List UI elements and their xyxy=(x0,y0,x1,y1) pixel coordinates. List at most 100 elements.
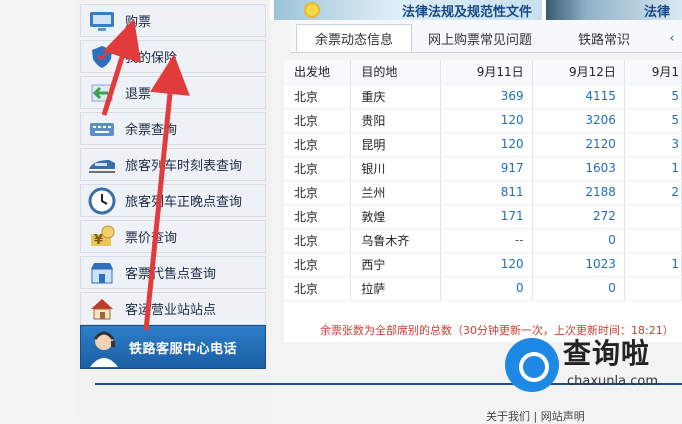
table-header-row: 出发地 目的地 9月11日 9月12日 9月1 xyxy=(284,60,682,85)
table-cell[interactable]: -- xyxy=(440,228,533,253)
table-cell[interactable]: 3206 xyxy=(532,108,625,133)
computer-ticket-icon xyxy=(85,6,119,36)
table-cell: 拉萨 xyxy=(350,276,441,301)
table-cell[interactable]: 3 xyxy=(624,132,682,157)
table-cell: 北京 xyxy=(284,204,352,229)
table-row: 北京 敦煌 171 272 xyxy=(284,204,682,229)
yen-icon: ¥ xyxy=(85,222,119,252)
table-cell: 北京 xyxy=(284,156,352,181)
table-cell: 昆明 xyxy=(350,132,441,157)
shop-icon xyxy=(85,258,119,288)
table-cell[interactable]: 5 xyxy=(624,84,682,109)
table-cell[interactable]: 5 xyxy=(624,108,682,133)
banner-laws[interactable]: 法律法规及规范性文件 xyxy=(274,0,542,20)
table-cell: 乌鲁木齐 xyxy=(350,228,441,253)
table-row: 北京 西宁 120 1023 1 xyxy=(284,252,682,277)
table-row: 北京 拉萨 0 0 xyxy=(284,276,682,301)
remaining-tickets-table: 出发地 目的地 9月11日 9月12日 9月1 北京 重庆 369 4115 5 北京 贵阳… xyxy=(284,60,682,301)
watermark-title: 查询啦 xyxy=(563,337,651,370)
table-cell[interactable]: 2 xyxy=(624,180,682,205)
table-cell[interactable]: 1023 xyxy=(532,252,625,277)
table-cell[interactable]: 2188 xyxy=(532,180,625,205)
table-cell: 北京 xyxy=(284,84,352,109)
header-to: 目的地 xyxy=(350,60,441,85)
sidebar: 购票 我的保险 退票 余票查询 旅客列车时刻表查询 旅客列车正晚点查询 ¥ 票价… xyxy=(76,0,270,417)
banner-laws-2[interactable]: 法律法 xyxy=(546,0,682,20)
table-cell: 西宁 xyxy=(350,252,441,277)
keyboard-icon xyxy=(85,114,119,144)
table-cell[interactable]: 2120 xyxy=(532,132,625,157)
table-cell[interactable]: 369 xyxy=(440,84,533,109)
sidebar-item-refund[interactable]: 退票 xyxy=(80,76,266,109)
table-cell[interactable]: 0 xyxy=(532,228,625,253)
table-cell: 北京 xyxy=(284,252,352,277)
magnifier-logo-icon xyxy=(505,338,559,392)
watermark-logo: 查询啦 chaxunla.com xyxy=(505,330,680,398)
table-cell[interactable]: 1 xyxy=(624,252,682,277)
header-from: 出发地 xyxy=(284,60,352,85)
table-cell: 北京 xyxy=(284,180,352,205)
table-cell[interactable]: 0 xyxy=(440,276,533,301)
table-cell[interactable]: 120 xyxy=(440,108,533,133)
banner-laws-title: 法律法规及规范性文件 xyxy=(401,5,532,20)
header-date-2: 9月12日 xyxy=(532,60,625,85)
tab-remaining-tickets[interactable]: 余票动态信息 xyxy=(296,24,412,52)
table-cell: 银川 xyxy=(350,156,441,181)
sidebar-item-buy-ticket[interactable]: 购票 xyxy=(80,4,266,37)
table-row: 北京 贵阳 120 3206 5 xyxy=(284,108,682,133)
svg-text:¥: ¥ xyxy=(94,233,103,248)
tab-railway-knowledge[interactable]: 铁路常识 xyxy=(564,24,644,52)
table-cell[interactable]: 120 xyxy=(440,132,533,157)
sidebar-item-label: 余票查询 xyxy=(125,123,178,138)
table-cell[interactable]: 4115 xyxy=(532,84,625,109)
sidebar-item-my-insurance[interactable]: 我的保险 xyxy=(80,40,266,73)
tab-bar: 余票动态信息 网上购票常见问题 铁路常识 ‹ xyxy=(290,20,682,53)
banner-laws-title-2: 法律法 xyxy=(644,5,671,20)
sidebar-item-fare[interactable]: ¥ 票价查询 xyxy=(80,220,266,253)
table-cell: 北京 xyxy=(284,108,352,133)
hotline-label: 铁路客服中心电话 xyxy=(129,341,238,357)
customer-service-agent-icon xyxy=(83,327,125,367)
table-cell[interactable] xyxy=(624,204,682,229)
house-icon xyxy=(85,294,119,324)
header-date-1: 9月11日 xyxy=(440,60,533,85)
table-cell[interactable]: 272 xyxy=(532,204,625,229)
table-cell[interactable]: 120 xyxy=(440,252,533,277)
table-cell[interactable] xyxy=(624,276,682,301)
table-cell[interactable]: 1603 xyxy=(532,156,625,181)
table-cell[interactable]: 811 xyxy=(440,180,533,205)
table-cell[interactable]: 171 xyxy=(440,204,533,229)
table-cell: 贵阳 xyxy=(350,108,441,133)
sidebar-item-timetable[interactable]: 旅客列车时刻表查询 xyxy=(80,148,266,181)
table-row: 北京 兰州 811 2188 2 xyxy=(284,180,682,205)
tab-faq[interactable]: 网上购票常见问题 xyxy=(420,24,540,52)
shield-icon xyxy=(85,42,119,72)
table-cell: 敦煌 xyxy=(350,204,441,229)
table-row: 北京 银川 917 1603 1 xyxy=(284,156,682,181)
top-banner: 法律法规及规范性文件 法律法 xyxy=(270,0,682,20)
watermark-url: chaxunla.com xyxy=(567,374,658,389)
table-cell[interactable] xyxy=(624,228,682,253)
table-cell: 重庆 xyxy=(350,84,441,109)
sidebar-item-remaining-tickets[interactable]: 余票查询 xyxy=(80,112,266,145)
footer-links[interactable]: 关于我们 | 网站声明 xyxy=(486,408,585,424)
table-row: 北京 乌鲁木齐 -- 0 xyxy=(284,228,682,253)
return-arrow-icon xyxy=(85,78,119,108)
header-date-3: 9月1 xyxy=(624,60,682,85)
left-gutter xyxy=(0,0,76,417)
flower-icon xyxy=(304,2,320,18)
tab-more-icon[interactable]: ‹ xyxy=(662,24,682,52)
sidebar-item-label: 客运营业站站点 xyxy=(125,303,217,318)
sidebar-item-stations[interactable]: 客运营业站站点 xyxy=(80,292,266,325)
hotline-banner[interactable]: 铁路客服中心电话 xyxy=(80,325,266,369)
table-cell[interactable]: 0 xyxy=(532,276,625,301)
sidebar-item-on-time[interactable]: 旅客列车正晚点查询 xyxy=(80,184,266,217)
table-cell: 北京 xyxy=(284,132,352,157)
sidebar-item-label: 票价查询 xyxy=(125,231,178,246)
table-cell: 兰州 xyxy=(350,180,441,205)
sidebar-item-label: 旅客列车时刻表查询 xyxy=(125,159,243,174)
sidebar-item-agency[interactable]: 客票代售点查询 xyxy=(80,256,266,289)
table-cell[interactable]: 917 xyxy=(440,156,533,181)
remaining-tickets-table-container: 出发地 目的地 9月11日 9月12日 9月1 北京 重庆 369 4115 5 北京 贵阳… xyxy=(284,60,682,342)
table-cell[interactable]: 1 xyxy=(624,156,682,181)
